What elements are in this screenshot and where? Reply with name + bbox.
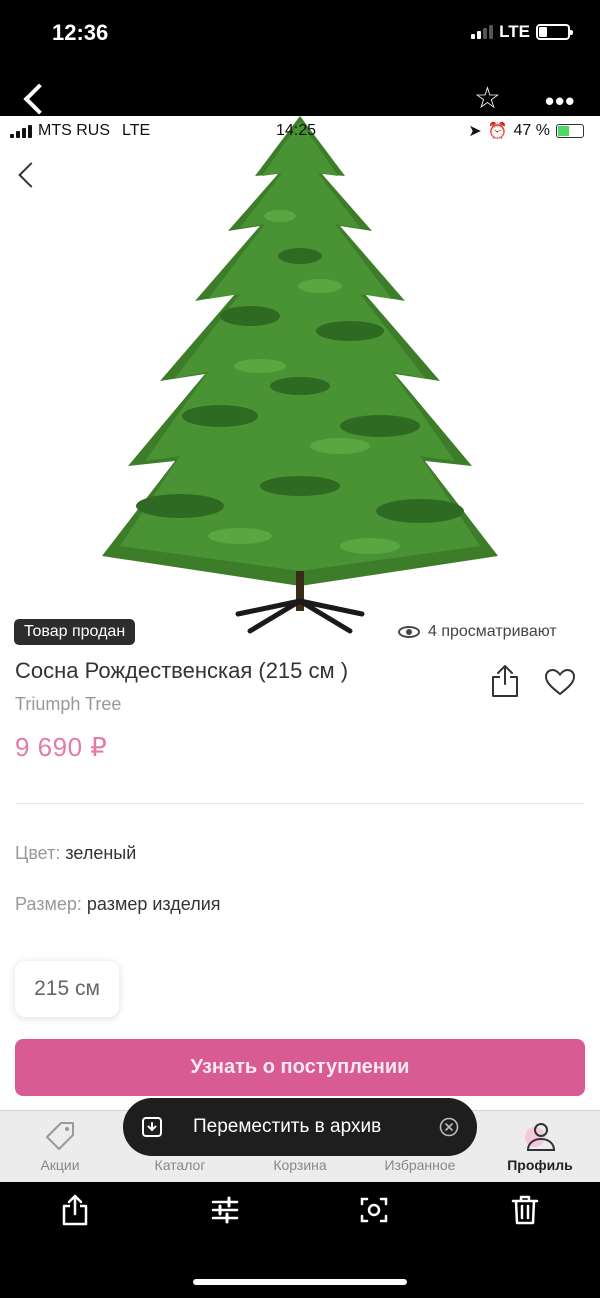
photo-viewer-nav: ☆ ••• [0, 70, 600, 116]
product-price: 9 690 ₽ [15, 732, 108, 762]
tab-label: Корзина [273, 1157, 327, 1173]
product-brand[interactable]: Triumph Tree [15, 694, 121, 715]
archive-icon [142, 1117, 162, 1137]
size-option-chip[interactable]: 215 см [15, 961, 119, 1017]
battery-icon [556, 124, 584, 138]
status-time: 14:25 [276, 122, 317, 139]
status-time: 12:36 [52, 20, 109, 45]
share-icon[interactable] [60, 1194, 90, 1226]
size-attribute: Размер: размер изделия [15, 894, 221, 915]
trash-icon[interactable] [510, 1194, 540, 1226]
tab-profile[interactable]: Профиль [480, 1119, 600, 1173]
battery-icon [536, 24, 573, 40]
alarm-icon: ⏰ [487, 123, 508, 140]
share-icon[interactable] [490, 664, 520, 698]
outer-status-bar: 12:36 LTE [0, 0, 600, 70]
close-icon[interactable] [439, 1117, 459, 1137]
notify-button[interactable]: Узнать о поступлении [15, 1039, 585, 1096]
size-label: Размер: [15, 894, 82, 914]
tab-label: Каталог [154, 1157, 206, 1173]
adjust-icon[interactable] [210, 1194, 240, 1226]
battery-percent: 47 % [513, 122, 550, 139]
viewers-label: 4 просматривают [428, 623, 557, 640]
product-image [0, 116, 600, 636]
visual-lookup-icon[interactable] [359, 1194, 389, 1226]
tab-label: Акции [40, 1157, 80, 1173]
signal-icon [471, 25, 494, 39]
divider [15, 803, 585, 804]
color-label: Цвет: [15, 843, 61, 863]
back-icon[interactable] [23, 83, 55, 115]
favorite-star-icon[interactable]: ☆ [474, 84, 501, 114]
carrier-name: MTS RUS [38, 122, 110, 139]
home-indicator[interactable] [193, 1279, 407, 1285]
tab-label: Избранное [384, 1157, 456, 1173]
photo-toolbar [0, 1182, 600, 1298]
sold-badge: Товар продан [14, 619, 136, 645]
signal-icon [10, 124, 32, 138]
heart-icon[interactable] [544, 668, 576, 696]
archive-toast[interactable]: Переместить в архив [123, 1098, 477, 1156]
network-type: LTE [122, 122, 151, 139]
profile-icon [525, 1123, 556, 1151]
tab-label: Профиль [507, 1157, 573, 1173]
tab-promotions[interactable]: Акции [0, 1119, 120, 1173]
eye-icon [398, 626, 420, 638]
location-icon: ➤ [468, 123, 482, 140]
color-value: зеленый [65, 843, 137, 863]
status-right: LTE [471, 22, 573, 42]
more-icon[interactable]: ••• [545, 88, 575, 114]
viewers-count: 4 просматривают [390, 619, 565, 645]
tag-icon [46, 1122, 74, 1150]
color-attribute: Цвет: зеленый [15, 843, 136, 864]
size-value: размер изделия [86, 894, 221, 914]
toast-label: Переместить в архив [193, 1116, 382, 1137]
product-title: Сосна Рождественская (215 см ) [15, 658, 349, 683]
inner-status-bar: MTS RUS LTE 14:25 ➤ ⏰ 47 % [0, 116, 600, 146]
network-type: LTE [499, 22, 530, 41]
screenshot-content: MTS RUS LTE 14:25 ➤ ⏰ 47 % Товар продан … [0, 116, 600, 1182]
